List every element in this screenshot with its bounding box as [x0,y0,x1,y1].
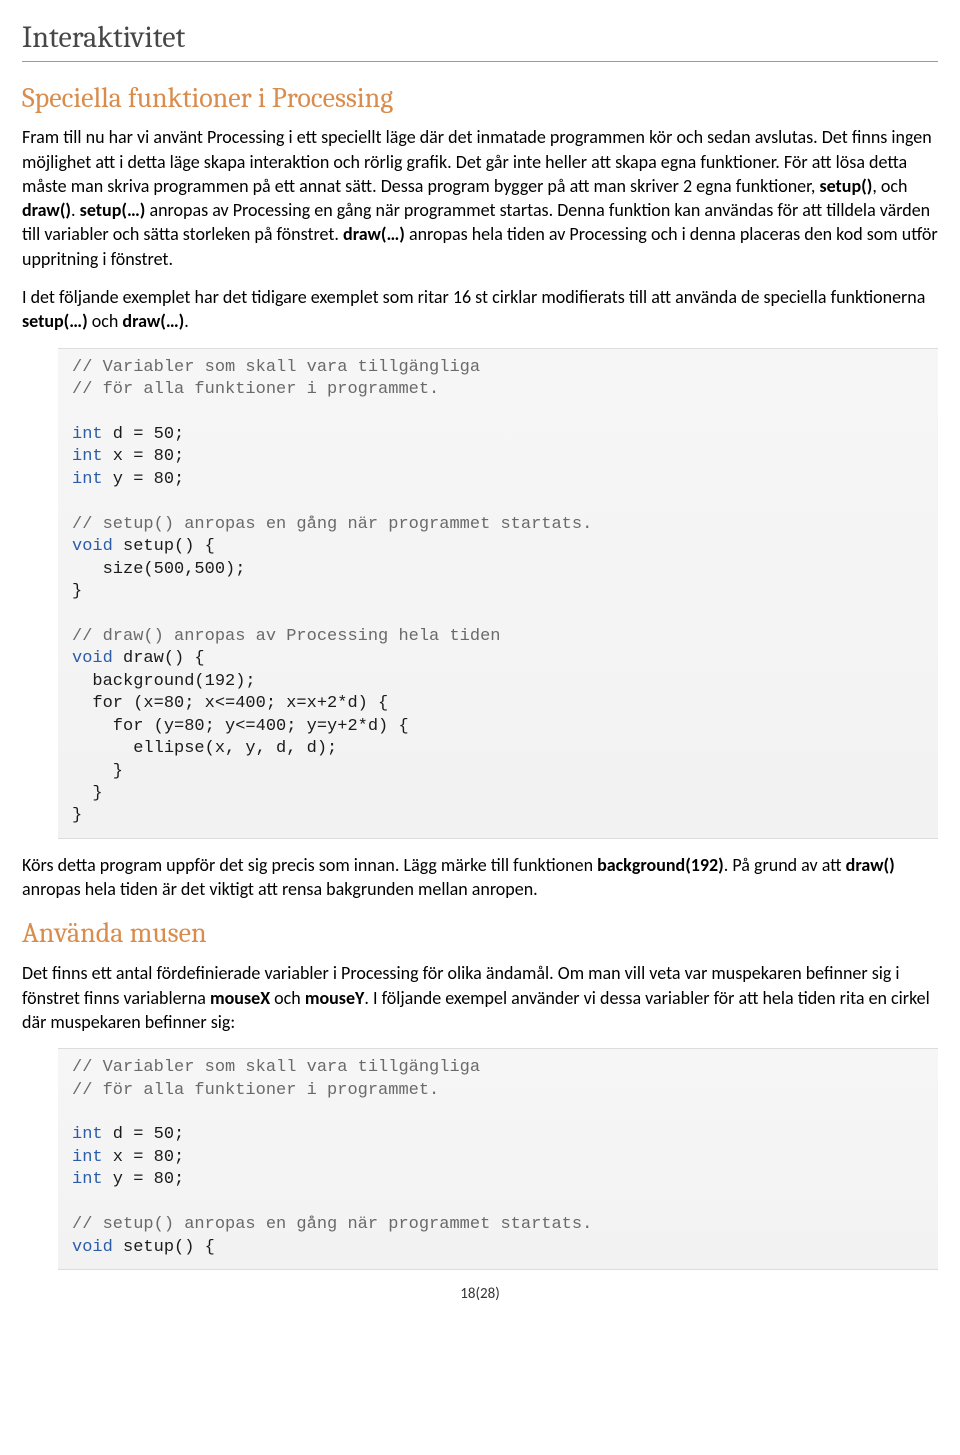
code-text: x = 80; [103,447,185,466]
text: . [71,199,80,221]
code-ref-draw: draw() [846,854,895,876]
code-block-example-2: // Variabler som skall vara tillgängliga… [58,1048,938,1270]
code-keyword: void [72,649,113,668]
code-block-example-1: // Variabler som skall vara tillgängliga… [58,348,938,839]
code-ref-background: background(192) [597,854,724,876]
code-ref-mousey: mouseY [305,987,365,1009]
code-text: setup() { [113,537,215,556]
code-text: for (x=80; x<=400; x=x+2*d) { [72,694,388,713]
code-comment: // Variabler som skall vara tillgängliga [72,358,480,377]
code-text: for (y=80; y<=400; y=y+2*d) { [72,717,409,736]
code-text: y = 80; [103,1170,185,1189]
paragraph: Körs detta program uppför det sig precis… [22,853,938,902]
code-ref-draw: draw() [22,199,71,221]
code-keyword: void [72,1238,113,1257]
code-ref-mousex: mouseX [210,987,270,1009]
code-keyword: int [72,1125,103,1144]
code-text: d = 50; [103,425,185,444]
page-number: 18(28) [22,1284,938,1304]
paragraph: I det följande exemplet har det tidigare… [22,285,938,334]
code-text: x = 80; [103,1148,185,1167]
text: I det följande exemplet har det tidigare… [22,286,925,308]
code-comment: // för alla funktioner i programmet. [72,380,439,399]
code-ref-draw: draw(…) [122,310,184,332]
code-text: y = 80; [103,470,185,489]
code-text: d = 50; [103,1125,185,1144]
code-text: } [72,582,82,601]
code-text: } [72,762,123,781]
text: Fram till nu har vi använt Processing i … [22,126,932,197]
text: Körs detta program uppför det sig precis… [22,854,597,876]
code-text: } [72,784,103,803]
text: och [88,310,123,332]
code-text: size(500,500); [72,560,245,579]
text: anropas hela tiden är det viktigt att re… [22,878,538,900]
text: , och [872,175,907,197]
code-comment: // för alla funktioner i programmet. [72,1081,439,1100]
code-keyword: int [72,447,103,466]
code-comment: // setup() anropas en gång när programme… [72,515,592,534]
code-comment: // setup() anropas en gång när programme… [72,1215,592,1234]
code-ref-setup: setup(…) [80,199,146,221]
code-comment: // Variabler som skall vara tillgängliga [72,1058,480,1077]
code-ref-setup: setup() [819,175,872,197]
code-keyword: int [72,425,103,444]
section-heading-musen: Använda musen [22,915,938,953]
code-text: setup() { [113,1238,215,1257]
text: och [270,987,305,1009]
code-comment: // draw() anropas av Processing hela tid… [72,627,500,646]
paragraph: Fram till nu har vi använt Processing i … [22,125,938,271]
code-text: draw() { [113,649,205,668]
code-text: } [72,806,82,825]
page-title: Interaktivitet [22,18,938,62]
code-keyword: int [72,1170,103,1189]
code-ref-draw: draw(…) [343,223,405,245]
text: . [184,310,189,332]
section-heading-speciella: Speciella funktioner i Processing [22,80,938,118]
code-ref-setup: setup(…) [22,310,88,332]
code-text: ellipse(x, y, d, d); [72,739,337,758]
code-keyword: int [72,470,103,489]
text: . På grund av att [724,854,846,876]
code-keyword: int [72,1148,103,1167]
code-text: background(192); [72,672,256,691]
code-keyword: void [72,537,113,556]
paragraph: Det finns ett antal fördefinierade varia… [22,961,938,1034]
